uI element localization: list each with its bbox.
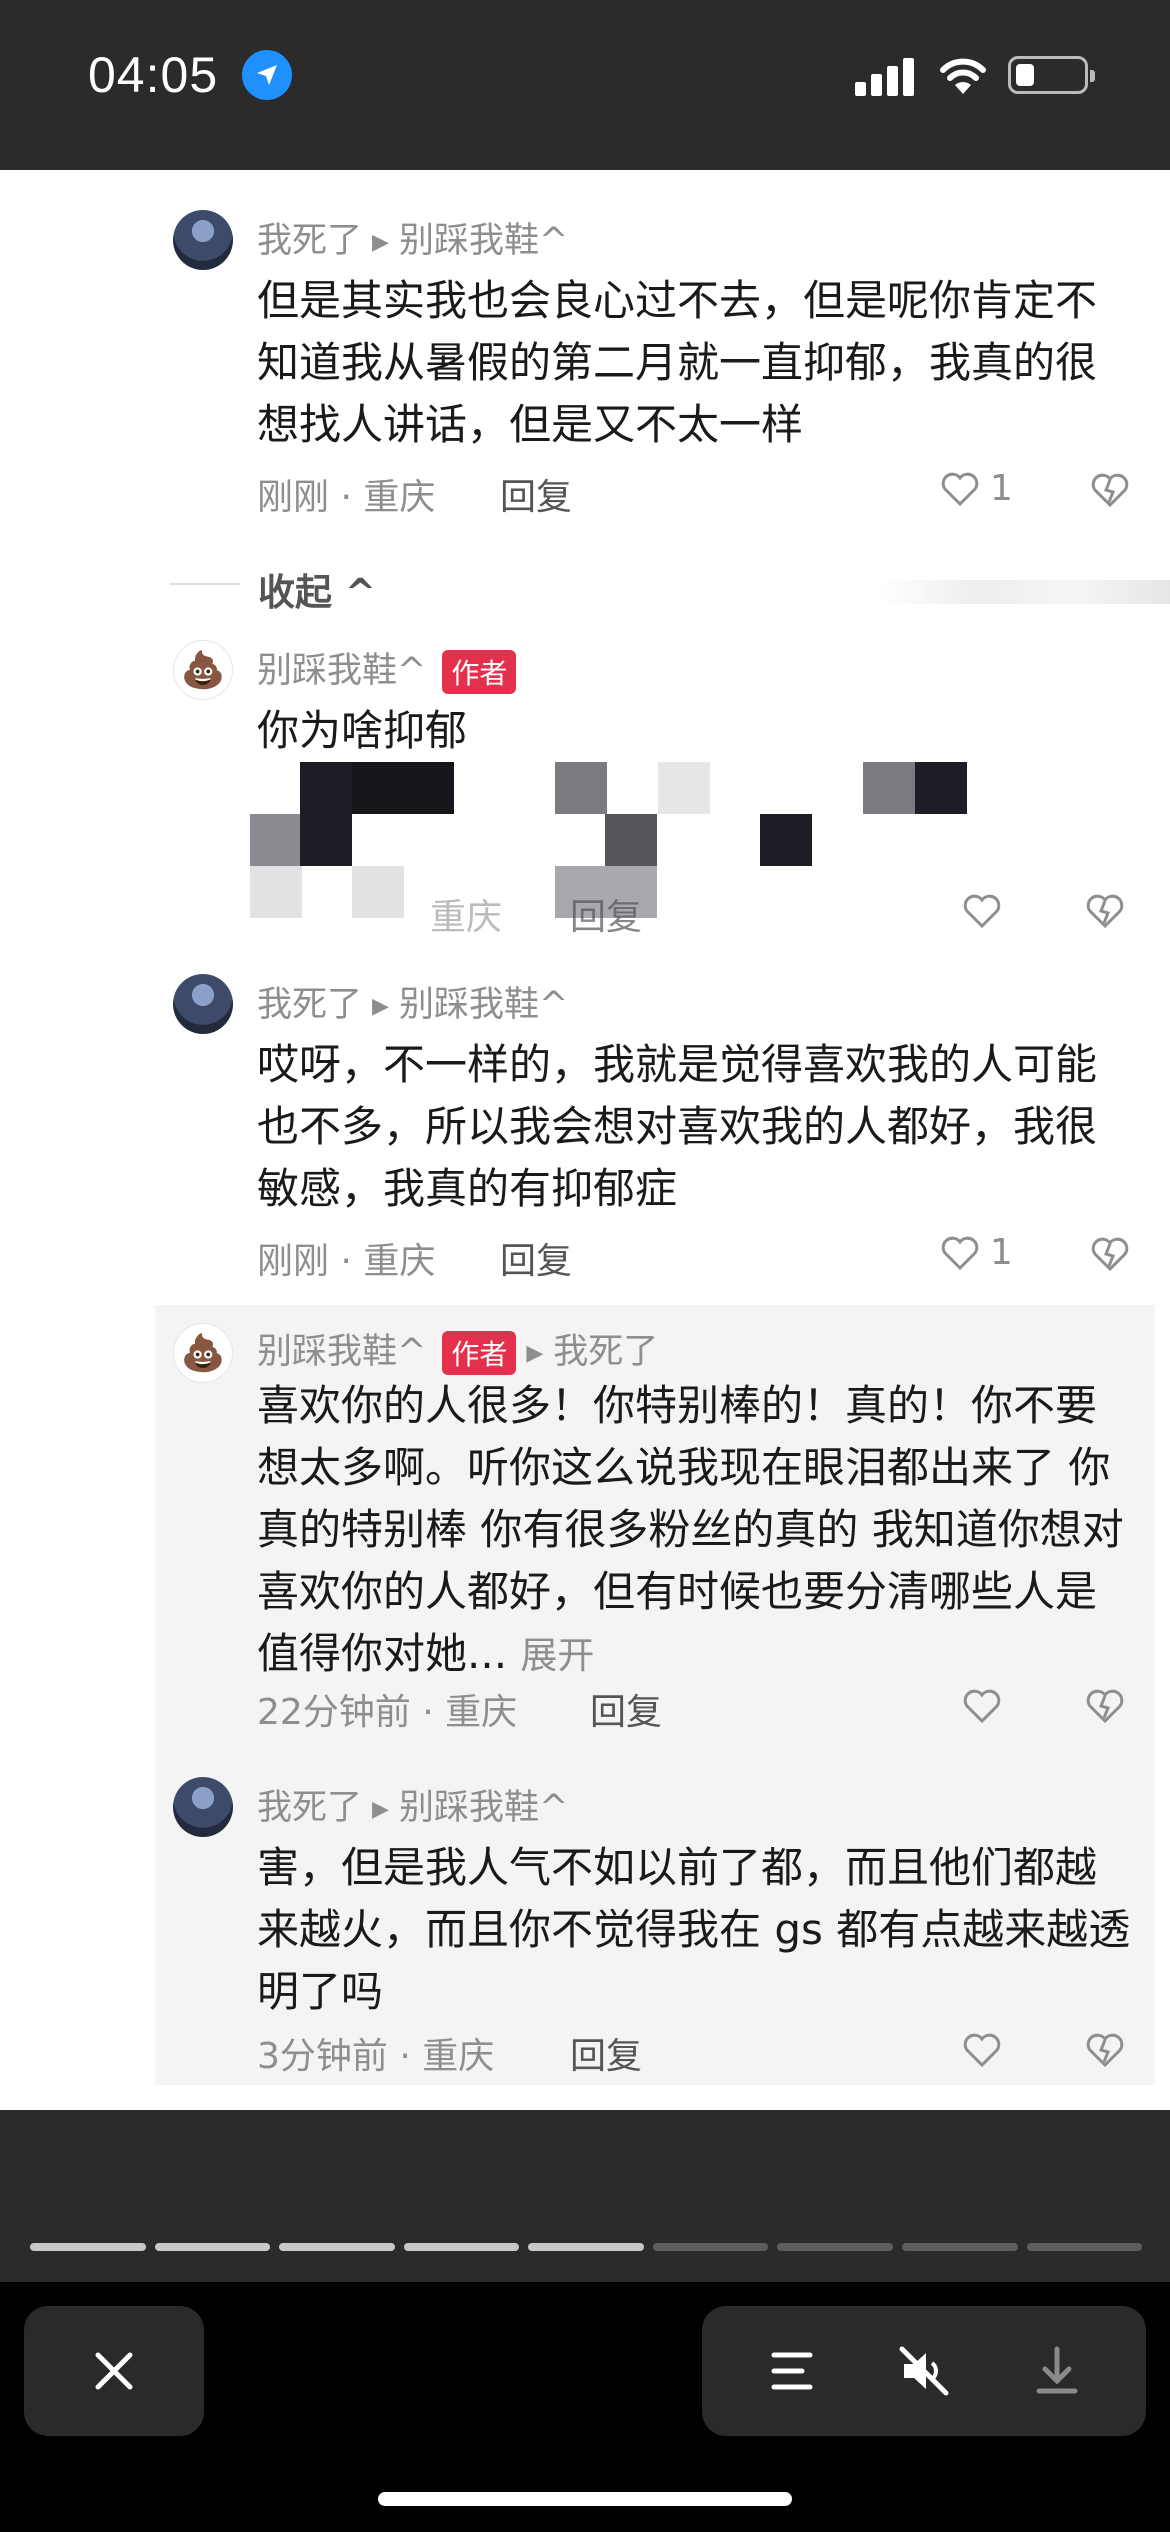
comment-meta: 别踩我鞋^ 作者 ▶ 我死了 — [257, 1323, 658, 1375]
menu-icon[interactable] — [762, 2341, 822, 2401]
comment-text: 你为啥抑郁 — [257, 706, 468, 755]
author-badge: 作者 — [442, 650, 517, 694]
reply-target[interactable]: 别踩我鞋^ — [399, 1788, 568, 1828]
like-button[interactable]: 1 — [940, 468, 1013, 509]
comment-meta: 别踩我鞋^ 作者 — [257, 642, 517, 694]
heart-icon — [941, 472, 979, 506]
heart-icon — [941, 1236, 979, 1270]
reply-arrow-icon: ▶ — [372, 229, 389, 255]
download-icon[interactable] — [1027, 2341, 1087, 2401]
progress-segment — [777, 2243, 893, 2251]
like-count: 1 — [990, 1232, 1013, 1273]
cellular-signal-icon — [855, 56, 915, 96]
reply-button[interactable]: 回复 — [570, 2027, 642, 2079]
reply-button[interactable]: 回复 — [570, 888, 642, 940]
progress-segment — [528, 2243, 644, 2251]
comment-item: 我死了 ▶ 别踩我鞋^ 害，但是我人气不如以前了都，而且他们都越来越火，而且你不觉得… — [155, 1755, 1155, 2085]
reply-button[interactable]: 回复 — [500, 468, 572, 520]
progress-segment — [652, 2243, 769, 2251]
close-icon — [95, 2352, 133, 2390]
comment-text: 害，但是我人气不如以前了都，而且他们都越来越火，而且你不觉得我在 gs 都有点越… — [257, 1843, 1131, 2016]
comment-time-location: 22分钟前 · 重庆 — [257, 1692, 518, 1733]
comment-author[interactable]: 我死了 — [257, 985, 362, 1025]
clock: 04:05 — [88, 47, 219, 103]
avatar[interactable]: 💩 — [173, 640, 233, 700]
progress-segment — [154, 2243, 271, 2251]
comment-item: 我死了 ▶ 别踩我鞋^ 哎呀，不一样的，我就是觉得喜欢我的人可能也不多，所以我会想对… — [155, 952, 1155, 1282]
reply-button[interactable]: 回复 — [590, 1683, 662, 1735]
progress-segment — [901, 2243, 1018, 2251]
reply-arrow-icon: ▶ — [372, 1796, 389, 1822]
comment-thread: 我死了 ▶ 别踩我鞋^ 但是其实我也会良心过不去，但是呢你肯定不知道我从暑假的第二月… — [0, 170, 1170, 2110]
home-indicator — [378, 2492, 792, 2506]
reply-target[interactable]: 别踩我鞋^ — [399, 221, 568, 261]
comment-time-location: 刚刚 · 重庆 — [257, 1241, 436, 1282]
reply-arrow-icon: ▶ — [526, 1340, 544, 1366]
progress-segment — [403, 2243, 520, 2251]
heart-icon[interactable] — [962, 893, 1002, 929]
comment-text: 但是其实我也会良心过不去，但是呢你肯定不知道我从暑假的第二月就一直抑郁，我真的很… — [257, 276, 1098, 449]
heart-icon[interactable] — [962, 1688, 1002, 1724]
mute-icon[interactable] — [894, 2341, 954, 2401]
avatar[interactable] — [173, 974, 233, 1034]
avatar[interactable] — [173, 1777, 233, 1837]
dislike-icon[interactable] — [1085, 893, 1125, 929]
comment-item: 我死了 ▶ 别踩我鞋^ 但是其实我也会良心过不去，但是呢你肯定不知道我从暑假的第二月… — [155, 188, 1155, 518]
reply-target[interactable]: 我死了 — [553, 1332, 658, 1372]
comment-text: 哎呀，不一样的，我就是觉得喜欢我的人可能也不多，所以我会想对喜欢我的人都好，我很… — [257, 1040, 1098, 1213]
like-count: 1 — [990, 468, 1013, 509]
comment-author[interactable]: 我死了 — [257, 221, 362, 261]
collapse-divider — [170, 583, 240, 585]
reply-button[interactable]: 回复 — [500, 1232, 572, 1284]
comment-author[interactable]: 别踩我鞋^ — [257, 1332, 426, 1372]
progress-segment — [279, 2243, 395, 2251]
status-bar: 04:05 — [0, 0, 1170, 170]
author-badge: 作者 — [442, 1331, 517, 1375]
collapse-button[interactable]: 收起 ^ — [258, 562, 376, 616]
comment-text-content: 喜欢你的人很多！你特别棒的！真的！你不要想太多啊。听你这么说我现在眼泪都出来了 … — [257, 1381, 1124, 1678]
story-progress-bar — [30, 2243, 1143, 2251]
expand-button[interactable]: 展开 — [520, 1634, 594, 1677]
comment-meta: 我死了 ▶ 别踩我鞋^ — [257, 976, 568, 1027]
comment-time-location: 刚刚 · 重庆 — [257, 477, 436, 518]
heart-icon[interactable] — [962, 2032, 1002, 2068]
comment-item: 💩 别踩我鞋^ 作者 ▶ 我死了 喜欢你的人很多！你特别棒的！真的！你不要想太多啊。听… — [155, 1305, 1155, 1755]
progress-segment — [30, 2243, 146, 2251]
dislike-icon[interactable] — [1090, 1236, 1130, 1272]
dislike-icon[interactable] — [1085, 2032, 1125, 2068]
comment-time-location: 3分钟前 · 重庆 — [257, 2036, 495, 2077]
dislike-icon[interactable] — [1085, 1688, 1125, 1724]
dislike-icon[interactable] — [1090, 472, 1130, 508]
progress-segment — [1026, 2243, 1143, 2251]
location-arrow-icon — [242, 50, 292, 100]
avatar[interactable] — [173, 210, 233, 270]
comment-meta: 我死了 ▶ 别踩我鞋^ — [257, 1779, 568, 1830]
like-button[interactable]: 1 — [940, 1232, 1013, 1273]
comment-time-location: 重庆 — [430, 897, 503, 938]
battery-icon — [1008, 56, 1095, 94]
comment-author[interactable]: 我死了 — [257, 1788, 362, 1828]
close-button[interactable] — [24, 2306, 204, 2436]
blurred-region — [880, 580, 1170, 604]
comment-text: 喜欢你的人很多！你特别棒的！真的！你不要想太多啊。听你这么说我现在眼泪都出来了 … — [257, 1375, 1137, 1687]
comment-author[interactable]: 别踩我鞋^ — [257, 651, 426, 691]
comment-meta: 我死了 ▶ 别踩我鞋^ — [257, 212, 568, 263]
avatar[interactable]: 💩 — [173, 1323, 233, 1383]
reply-arrow-icon: ▶ — [372, 993, 389, 1019]
toolbar-actions — [702, 2306, 1146, 2436]
reply-target[interactable]: 别踩我鞋^ — [399, 985, 568, 1025]
wifi-icon — [940, 58, 986, 94]
